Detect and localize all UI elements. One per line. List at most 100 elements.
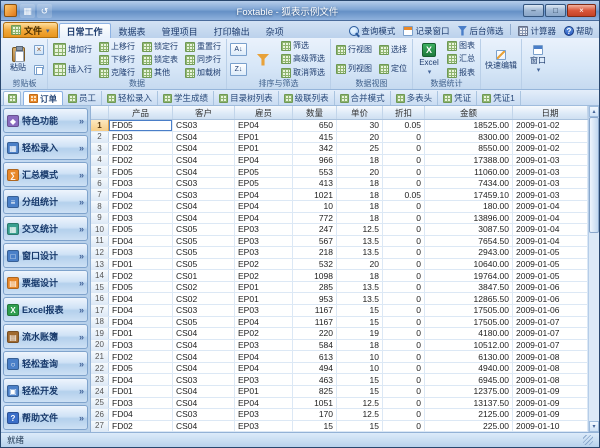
table-tab[interactable]: 学生成绩 — [158, 91, 214, 105]
sidebar-item[interactable]: ▦ 轻松录入 — [3, 135, 88, 160]
mode-button[interactable]: 记录窗口 — [399, 23, 453, 38]
grid-cell[interactable]: 15 — [293, 421, 337, 432]
row-number[interactable]: 10 — [91, 224, 109, 235]
grid-cell[interactable]: 953 — [293, 293, 337, 304]
grid-cell[interactable]: 1167 — [293, 305, 337, 316]
grid-cell[interactable]: 2009-01-08 — [513, 351, 588, 362]
insert-row-button[interactable]: 插入行 — [51, 63, 94, 76]
ribbon-tab[interactable]: 数据表 — [111, 23, 154, 38]
scroll-up-icon[interactable]: ▴ — [589, 106, 599, 117]
table-row[interactable]: 24 FD01 CS04 EP01 825 15 0 12375.00 2009… — [91, 386, 588, 398]
grid-cell[interactable]: 0 — [383, 155, 425, 166]
table-row[interactable]: 12 FD03 CS05 EP03 218 13.5 0 2943.00 200… — [91, 247, 588, 259]
column-header-unit-price[interactable]: 单价 — [337, 106, 383, 119]
grid-cell[interactable]: FD03 — [109, 132, 173, 143]
grid-cell[interactable]: 0 — [383, 305, 425, 316]
table-tab[interactable]: 订单 — [23, 91, 63, 105]
grid-cell[interactable]: 0 — [383, 178, 425, 189]
table-row[interactable]: 25 FD03 CS04 EP04 1051 12.5 0 13137.50 2… — [91, 398, 588, 410]
grid-cell[interactable]: 0 — [383, 421, 425, 432]
column-header-quantity[interactable]: 数量 — [293, 106, 337, 119]
row-number[interactable]: 15 — [91, 282, 109, 293]
grid-cell[interactable]: FD03 — [109, 340, 173, 351]
grid-cell[interactable]: EP05 — [235, 166, 293, 177]
ribbon-small-button[interactable]: 加载树 — [183, 66, 223, 79]
grid-cell[interactable]: FD04 — [109, 409, 173, 420]
grid-cell[interactable]: FD03 — [109, 213, 173, 224]
grid-cell[interactable]: 285 — [293, 282, 337, 293]
grid-cell[interactable]: 2009-01-06 — [513, 293, 588, 304]
table-row[interactable]: 13 FD01 CS05 EP02 532 20 0 10640.00 2009… — [91, 259, 588, 271]
table-tab[interactable]: 凭证1 — [477, 91, 521, 105]
row-number[interactable]: 16 — [91, 293, 109, 304]
grid-cell[interactable]: 13.5 — [337, 247, 383, 258]
row-number[interactable]: 1 — [91, 120, 109, 131]
sidebar-item[interactable]: □ 窗口设计 — [3, 243, 88, 268]
grid-cell[interactable]: 170 — [293, 409, 337, 420]
grid-cell[interactable]: 1167 — [293, 317, 337, 328]
grid-cell[interactable]: EP03 — [235, 340, 293, 351]
grid-cell[interactable]: 10 — [337, 363, 383, 374]
grid-cell[interactable]: 180.00 — [425, 201, 513, 212]
grid-cell[interactable]: EP04 — [235, 363, 293, 374]
mode-button[interactable]: 查询模式 — [345, 23, 399, 38]
sidebar-item[interactable]: ▣ 轻松开发 — [3, 378, 88, 403]
scrollbar-thumb[interactable] — [589, 117, 599, 233]
grid-cell[interactable]: 17505.00 — [425, 305, 513, 316]
table-tab[interactable]: 员工 — [63, 91, 102, 105]
scroll-down-icon[interactable]: ▾ — [589, 421, 599, 432]
grid-cell[interactable]: 532 — [293, 259, 337, 270]
row-number[interactable]: 3 — [91, 143, 109, 154]
grid-cell[interactable]: FD02 — [109, 270, 173, 281]
ribbon-small-button[interactable]: 报表 — [445, 67, 477, 79]
grid-cell[interactable]: 553 — [293, 166, 337, 177]
ribbon-small-button[interactable]: 重置行 — [183, 40, 223, 53]
grid-cell[interactable]: 2009-01-09 — [513, 409, 588, 420]
grid-cell[interactable]: 12.5 — [337, 224, 383, 235]
grid-cell[interactable]: EP04 — [235, 317, 293, 328]
grid-cell[interactable]: 650 — [293, 120, 337, 131]
table-row[interactable]: 16 FD04 CS02 EP01 953 13.5 0 12865.50 20… — [91, 293, 588, 305]
grid-cell[interactable]: 2009-01-08 — [513, 363, 588, 374]
grid-cell[interactable]: 225.00 — [425, 421, 513, 432]
grid-cell[interactable]: 18 — [337, 178, 383, 189]
row-number[interactable]: 26 — [91, 409, 109, 420]
grid-cell[interactable]: 2009-01-10 — [513, 421, 588, 432]
grid-cell[interactable]: EP01 — [235, 293, 293, 304]
grid-cell[interactable]: 825 — [293, 386, 337, 397]
grid-cell[interactable]: 11060.00 — [425, 166, 513, 177]
table-row[interactable]: 4 FD02 CS04 EP04 966 18 0 17388.00 2009-… — [91, 155, 588, 167]
table-row[interactable]: 21 FD02 CS04 EP04 613 10 0 6130.00 2009-… — [91, 351, 588, 363]
grid-cell[interactable]: 18 — [337, 270, 383, 281]
ribbon-small-button[interactable]: 其他 — [140, 66, 180, 79]
grid-cell[interactable]: 15 — [337, 374, 383, 385]
table-row[interactable]: 18 FD04 CS05 EP04 1167 15 0 17505.00 200… — [91, 317, 588, 329]
grid-corner[interactable] — [91, 106, 109, 119]
row-number[interactable]: 25 — [91, 398, 109, 409]
grid-cell[interactable]: 2009-01-02 — [513, 143, 588, 154]
grid-cell[interactable]: 2009-01-05 — [513, 247, 588, 258]
sort-ascending-icon[interactable]: A↓ — [230, 43, 247, 56]
table-row[interactable]: 6 FD03 CS03 EP05 413 18 0 7434.00 2009-0… — [91, 178, 588, 190]
grid-cell[interactable]: EP03 — [235, 374, 293, 385]
grid-cell[interactable]: 2009-01-03 — [513, 166, 588, 177]
grid-cell[interactable]: 13137.50 — [425, 398, 513, 409]
grid-cell[interactable]: FD03 — [109, 398, 173, 409]
grid-cell[interactable]: 1021 — [293, 189, 337, 200]
file-menu-button[interactable]: 文件 — [3, 22, 58, 38]
grid-cell[interactable]: 17388.00 — [425, 155, 513, 166]
grid-cell[interactable]: 1051 — [293, 398, 337, 409]
grid-cell[interactable]: 0 — [383, 201, 425, 212]
table-row[interactable]: 15 FD05 CS02 EP01 285 13.5 0 3847.50 200… — [91, 282, 588, 294]
grid-cell[interactable]: 12.5 — [337, 398, 383, 409]
ribbon-small-button[interactable]: 行视图 — [334, 44, 374, 56]
minimize-button[interactable]: – — [523, 4, 544, 17]
grid-cell[interactable]: 2125.00 — [425, 409, 513, 420]
grid-cell[interactable]: 13.5 — [337, 236, 383, 247]
column-header-employee[interactable]: 雇员 — [235, 106, 293, 119]
table-row[interactable]: 22 FD05 CS04 EP04 494 10 0 4940.00 2009-… — [91, 363, 588, 375]
row-number[interactable]: 17 — [91, 305, 109, 316]
table-row[interactable]: 2 FD03 CS04 EP01 415 20 0 8300.00 2009-0… — [91, 132, 588, 144]
grid-cell[interactable]: 3087.50 — [425, 224, 513, 235]
grid-cell[interactable]: CS04 — [173, 421, 235, 432]
